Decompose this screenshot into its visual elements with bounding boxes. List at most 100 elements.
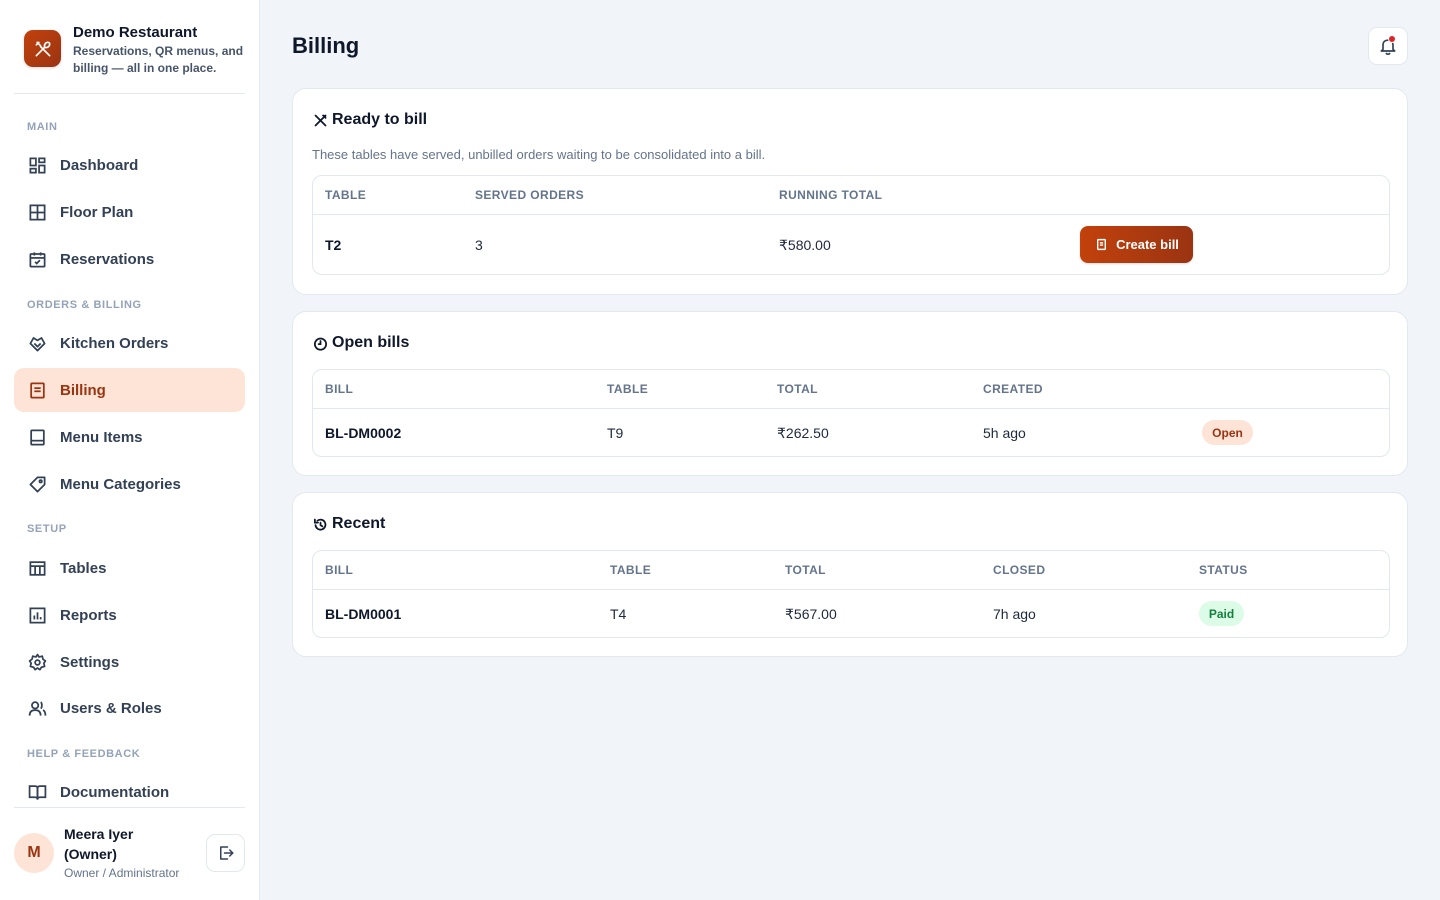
logout-icon bbox=[219, 846, 233, 860]
brand: Demo Restaurant Reservations, QR menus, … bbox=[14, 14, 245, 94]
brand-name: Demo Restaurant bbox=[73, 24, 198, 41]
section-label-main: MAIN bbox=[27, 121, 58, 133]
utensils-icon bbox=[312, 112, 328, 128]
column-header-table: TABLE bbox=[325, 188, 367, 202]
table-header: BILL TABLE TOTAL CREATED bbox=[313, 370, 1389, 409]
open-bills-table: BILL TABLE TOTAL CREATED BL-DM0002 T9 ₹2… bbox=[312, 369, 1390, 457]
sidebar-item-label: Users & Roles bbox=[60, 699, 162, 717]
column-header-bill: BILL bbox=[325, 563, 354, 577]
gear-icon bbox=[27, 652, 47, 672]
sidebar-item-label: Kitchen Orders bbox=[60, 334, 169, 352]
sidebar-item-label: Billing bbox=[60, 381, 106, 399]
page-title: Billing bbox=[292, 33, 360, 58]
logout-button[interactable] bbox=[206, 834, 245, 872]
recent-table: BILL TABLE TOTAL CLOSED STATUS BL-DM0001… bbox=[312, 550, 1390, 638]
cell-bill: BL-DM0002 bbox=[325, 425, 402, 441]
table-header: BILL TABLE TOTAL CLOSED STATUS bbox=[313, 551, 1389, 590]
open-bills-title: Open bills bbox=[332, 334, 410, 351]
receipt-icon bbox=[27, 380, 47, 400]
cell-bill: BL-DM0001 bbox=[325, 606, 402, 622]
section-label-orders-billing: ORDERS & BILLING bbox=[27, 299, 142, 311]
sidebar-item-reservations[interactable]: Reservations bbox=[14, 237, 245, 281]
table-icon bbox=[27, 558, 47, 578]
ready-to-bill-description: These tables have served, unbilled order… bbox=[312, 147, 766, 162]
kitchen-icon bbox=[27, 333, 47, 353]
column-header-running-total: RUNNING TOTAL bbox=[779, 188, 883, 202]
column-header-table: TABLE bbox=[607, 382, 649, 396]
recent-title: Recent bbox=[332, 515, 386, 532]
sidebar-item-label: Reservations bbox=[60, 250, 155, 268]
grid-icon bbox=[27, 155, 47, 175]
sidebar-item-menu-items[interactable]: Menu Items bbox=[14, 415, 245, 459]
cell-total: ₹262.50 bbox=[777, 425, 829, 441]
cell-served-orders: 3 bbox=[475, 237, 483, 253]
book-open-icon bbox=[27, 782, 47, 802]
sidebar-item-label: Dashboard bbox=[60, 156, 139, 174]
sidebar-item-dashboard[interactable]: Dashboard bbox=[14, 143, 245, 187]
sidebar-item-settings[interactable]: Settings bbox=[14, 640, 245, 684]
sidebar-item-floor-plan[interactable]: Floor Plan bbox=[14, 190, 245, 234]
users-icon bbox=[27, 698, 47, 718]
notifications-button[interactable] bbox=[1368, 27, 1408, 65]
recent-header: Recent bbox=[312, 515, 385, 533]
sidebar-item-label: Menu Categories bbox=[60, 475, 181, 493]
open-bills-card: Open bills BILL TABLE TOTAL CREATED BL-D… bbox=[292, 311, 1408, 476]
column-header-table: TABLE bbox=[610, 563, 652, 577]
ready-to-bill-title: Ready to bill bbox=[332, 111, 428, 128]
ready-to-bill-header: Ready to bill bbox=[312, 111, 427, 129]
cell-table: T4 bbox=[610, 606, 627, 622]
book-icon bbox=[27, 427, 47, 447]
user-name: Meera Iyer (Owner) bbox=[64, 826, 134, 862]
sidebar-item-reports[interactable]: Reports bbox=[14, 593, 245, 637]
history-icon bbox=[312, 516, 328, 532]
sidebar: Demo Restaurant Reservations, QR menus, … bbox=[0, 0, 260, 900]
sidebar-item-kitchen-orders[interactable]: Kitchen Orders bbox=[14, 321, 245, 365]
user-profile: M Meera Iyer (Owner) Owner / Administrat… bbox=[14, 807, 245, 900]
notification-dot bbox=[1388, 35, 1396, 43]
brand-logo bbox=[24, 30, 61, 67]
user-role: Owner / Administrator bbox=[64, 866, 180, 880]
ready-to-bill-table: TABLE SERVED ORDERS RUNNING TOTAL T2 3 ₹… bbox=[312, 175, 1390, 275]
cell-table: T2 bbox=[325, 237, 342, 253]
create-bill-label: Create bill bbox=[1116, 237, 1179, 252]
cell-closed: 7h ago bbox=[993, 606, 1036, 622]
cell-created: 5h ago bbox=[983, 425, 1026, 441]
tag-icon bbox=[27, 474, 47, 494]
avatar: M bbox=[14, 833, 54, 873]
clock-icon bbox=[312, 335, 328, 351]
cell-table: T9 bbox=[607, 425, 624, 441]
section-label-help: HELP & FEEDBACK bbox=[27, 748, 141, 760]
table-row[interactable]: BL-DM0002 T9 ₹262.50 5h ago Open bbox=[313, 409, 1389, 456]
recent-card: Recent BILL TABLE TOTAL CLOSED STATUS BL… bbox=[292, 492, 1408, 657]
sidebar-item-billing[interactable]: Billing bbox=[14, 368, 245, 412]
table-row: T2 3 ₹580.00 Create bill bbox=[313, 215, 1389, 274]
status-badge: Open bbox=[1202, 420, 1253, 445]
floor-grid-icon bbox=[27, 202, 47, 222]
table-header: TABLE SERVED ORDERS RUNNING TOTAL bbox=[313, 176, 1389, 215]
sidebar-item-label: Reports bbox=[60, 606, 117, 624]
cell-running-total: ₹580.00 bbox=[779, 237, 831, 253]
section-label-setup: SETUP bbox=[27, 523, 67, 535]
chart-icon bbox=[27, 605, 47, 625]
column-header-bill: BILL bbox=[325, 382, 354, 396]
column-header-status: STATUS bbox=[1199, 563, 1248, 577]
receipt-icon bbox=[1094, 238, 1108, 252]
sidebar-item-users-roles[interactable]: Users & Roles bbox=[14, 686, 245, 730]
column-header-closed: CLOSED bbox=[993, 563, 1046, 577]
calendar-check-icon bbox=[27, 249, 47, 269]
column-header-total: TOTAL bbox=[777, 382, 818, 396]
column-header-created: CREATED bbox=[983, 382, 1043, 396]
open-bills-header: Open bills bbox=[312, 334, 409, 352]
brand-tagline: Reservations, QR menus, and billing — al… bbox=[73, 44, 244, 75]
sidebar-item-label: Tables bbox=[60, 559, 107, 577]
sidebar-item-label: Menu Items bbox=[60, 428, 143, 446]
create-bill-button[interactable]: Create bill bbox=[1080, 226, 1193, 263]
cell-total: ₹567.00 bbox=[785, 606, 837, 622]
ready-to-bill-card: Ready to bill These tables have served, … bbox=[292, 88, 1408, 295]
table-row[interactable]: BL-DM0001 T4 ₹567.00 7h ago Paid bbox=[313, 590, 1389, 637]
sidebar-item-label: Documentation bbox=[60, 783, 170, 801]
status-badge: Paid bbox=[1199, 601, 1244, 626]
column-header-total: TOTAL bbox=[785, 563, 826, 577]
sidebar-item-tables[interactable]: Tables bbox=[14, 546, 245, 590]
sidebar-item-menu-categories[interactable]: Menu Categories bbox=[14, 462, 245, 506]
